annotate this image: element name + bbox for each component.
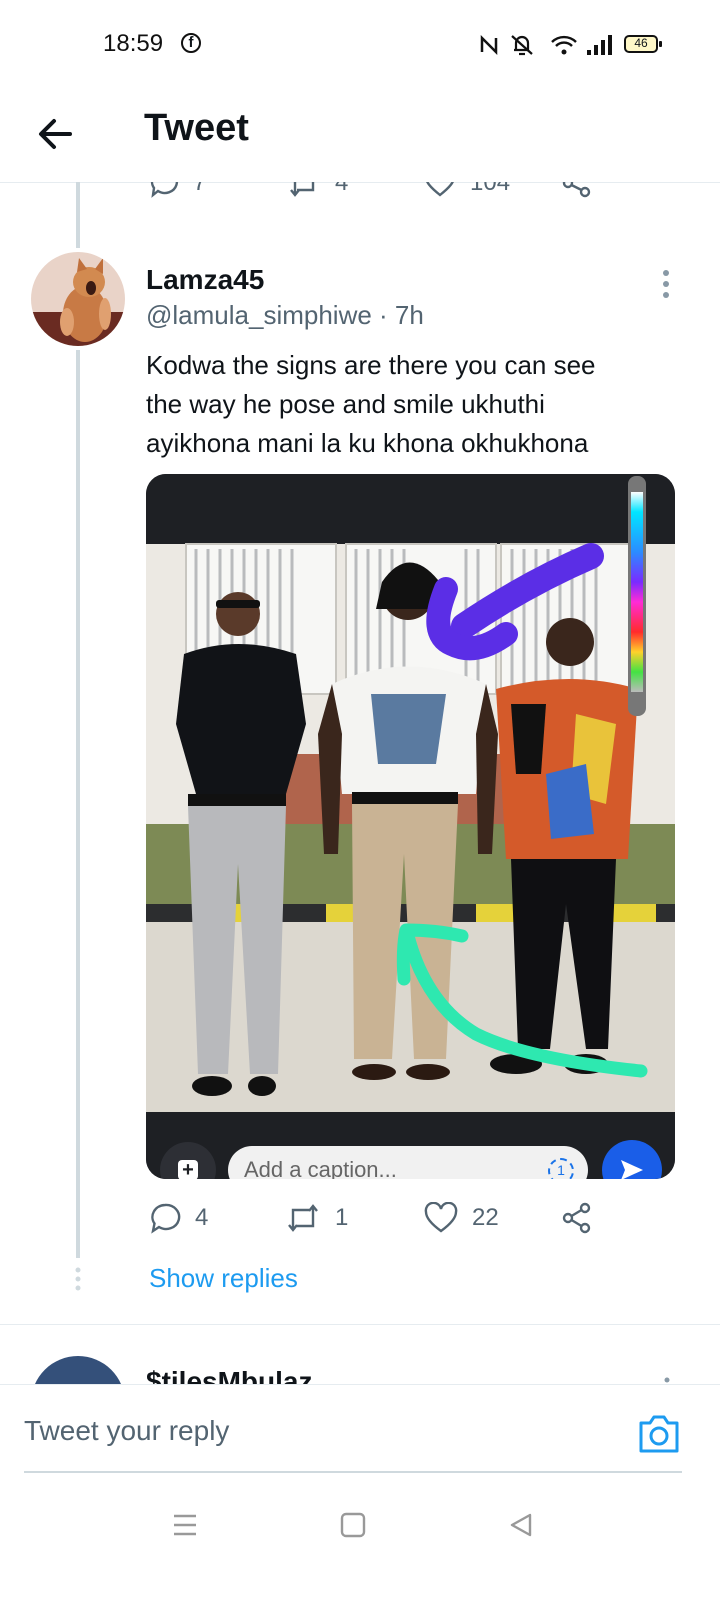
share-icon: [562, 1202, 591, 1234]
tweet-text-line: ayikhona mani la ku khona okhukhona: [146, 428, 589, 458]
nfc-icon: [480, 34, 498, 56]
facebook-icon: f: [181, 33, 201, 53]
next-tweet-author-clip: $tilesMbulaz: [146, 1366, 312, 1384]
camera-icon: [639, 1415, 679, 1453]
mute-icon: [511, 35, 533, 56]
status-time: 18:59: [103, 30, 164, 57]
page-title: Tweet: [144, 107, 249, 149]
retweet-button[interactable]: 1: [285, 1202, 348, 1234]
more-vertical-icon: [663, 270, 669, 298]
reply-icon: [150, 182, 179, 198]
prev-like-button[interactable]: 104: [424, 182, 510, 198]
status-bar: 18:59 f 46: [0, 0, 720, 90]
reply-bar: Tweet your reply: [0, 1384, 720, 1489]
top-bar: Tweet: [0, 90, 720, 183]
view-once-icon[interactable]: 1: [548, 1158, 574, 1179]
back-nav-icon[interactable]: [508, 1512, 534, 1538]
next-tweet-avatar[interactable]: [31, 1356, 125, 1384]
thread-line: [76, 350, 80, 1258]
battery-icon: 46: [624, 35, 662, 53]
next-tweet-author[interactable]: $tilesMbulaz: [146, 1366, 312, 1384]
share-button[interactable]: [561, 1202, 593, 1234]
avatar[interactable]: [31, 252, 125, 346]
next-tweet-more-icon[interactable]: [664, 1375, 670, 1384]
tweet-text-line: the way he pose and smile ukhuthi: [146, 389, 545, 419]
divider: [0, 1324, 720, 1325]
send-icon: [621, 1160, 643, 1179]
reply-input[interactable]: Tweet your reply: [24, 1415, 229, 1447]
retweet-icon: [288, 1204, 318, 1232]
caption-placeholder: Add a caption...: [244, 1157, 397, 1179]
menu-icon[interactable]: [172, 1512, 198, 1538]
signal-icon: [587, 35, 612, 55]
prev-reply-count: 7: [193, 182, 207, 196]
show-replies-link[interactable]: Show replies: [149, 1263, 298, 1294]
like-button[interactable]: 22: [424, 1202, 499, 1234]
previous-tweet-actions: 7 4 104: [0, 182, 720, 202]
thread-dots-icon: [75, 1267, 81, 1291]
wifi-icon: [551, 35, 577, 55]
more-options-button[interactable]: [656, 268, 676, 300]
photo-image: [146, 474, 675, 1179]
share-icon: [562, 182, 591, 198]
author-name[interactable]: Lamza45: [146, 264, 264, 296]
author-handle: @lamula_simphiwe · 7h: [146, 300, 424, 330]
retweet-icon: [290, 182, 315, 197]
plus-icon: +: [178, 1160, 198, 1179]
prev-like-count: 104: [470, 182, 511, 196]
prev-reply-button[interactable]: 7: [149, 182, 206, 198]
tweet-media[interactable]: + Add a caption... 1: [146, 474, 675, 1179]
arrow-left-icon: [39, 119, 72, 149]
prev-retweet-count: 4: [335, 182, 349, 196]
heart-icon: [426, 182, 454, 197]
like-count: 22: [472, 1204, 499, 1231]
tweet-text-line: Kodwa the signs are there you can see: [146, 350, 596, 380]
home-icon[interactable]: [340, 1512, 366, 1538]
cat-avatar-image: [31, 252, 125, 346]
reply-count: 4: [195, 1204, 209, 1231]
prev-share-button[interactable]: [561, 182, 593, 198]
reply-button[interactable]: 4: [149, 1202, 208, 1234]
reply-underline: [24, 1471, 682, 1473]
camera-button[interactable]: [637, 1413, 681, 1455]
system-nav-bar: [0, 1488, 720, 1600]
reply-icon: [151, 1203, 181, 1234]
prev-retweet-button[interactable]: 4: [287, 182, 348, 198]
back-button[interactable]: [30, 108, 82, 160]
retweet-count: 1: [335, 1204, 349, 1231]
tweet-text: Kodwa the signs are there you can see th…: [146, 346, 676, 463]
caption-input[interactable]: Add a caption... 1: [228, 1146, 588, 1179]
heart-icon: [424, 1202, 458, 1233]
